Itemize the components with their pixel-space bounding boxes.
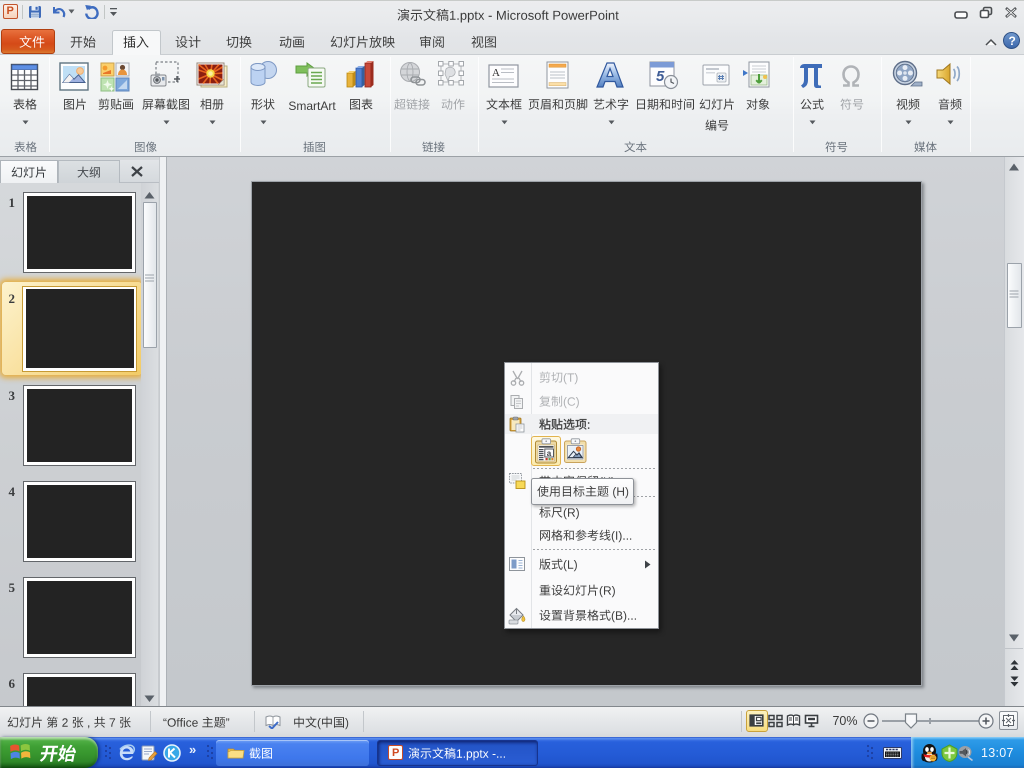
svg-text:5: 5 — [656, 68, 665, 85]
svg-text:a: a — [547, 449, 552, 458]
svg-text:A: A — [492, 67, 500, 79]
